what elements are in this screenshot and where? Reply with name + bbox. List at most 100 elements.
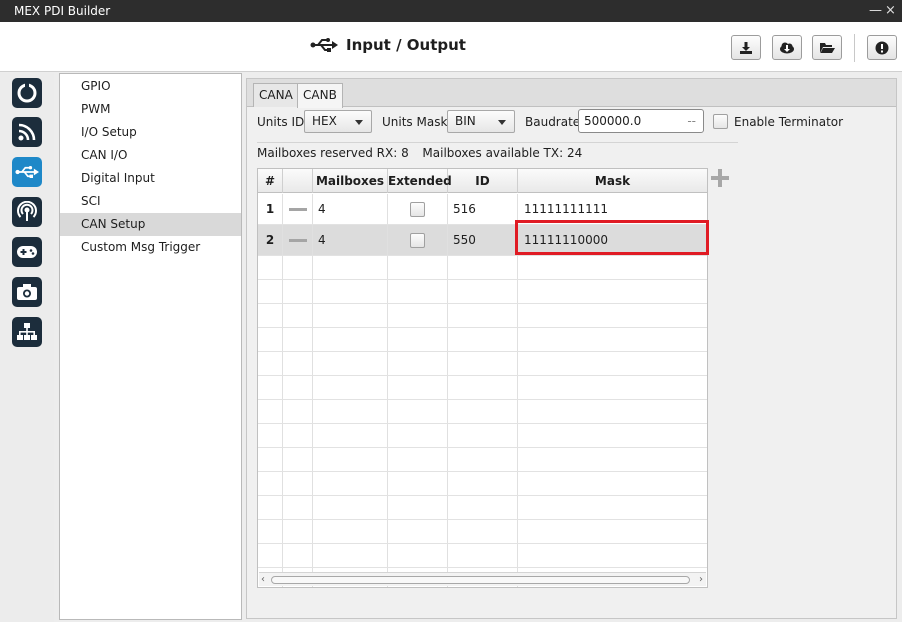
- rail-sitemap-button[interactable]: [12, 317, 42, 347]
- gamepad-icon: [17, 246, 37, 258]
- empty-cell: [313, 304, 388, 327]
- empty-table-row: [258, 448, 707, 472]
- minimize-button[interactable]: —: [869, 3, 882, 19]
- empty-cell: [283, 496, 313, 519]
- mailboxes-cell[interactable]: 4: [313, 194, 388, 224]
- units-id-label: Units ID: [257, 115, 305, 129]
- rail-power-button[interactable]: [12, 78, 42, 108]
- empty-cell: [388, 280, 448, 303]
- empty-cell: [258, 400, 283, 423]
- empty-cell: [448, 256, 518, 279]
- rss-icon: [18, 123, 36, 141]
- tab-canb[interactable]: CANB: [297, 83, 343, 108]
- scroll-left-icon[interactable]: ‹: [261, 573, 265, 586]
- units-mask-value: BIN: [455, 114, 476, 128]
- empty-cell: [448, 448, 518, 471]
- empty-cell: [283, 448, 313, 471]
- empty-cell: [313, 496, 388, 519]
- id-cell[interactable]: 516: [448, 194, 518, 224]
- rail-io-button[interactable]: [12, 157, 42, 187]
- empty-cell: [283, 424, 313, 447]
- empty-cell: [388, 328, 448, 351]
- menu-item-sci[interactable]: SCI: [60, 190, 241, 213]
- rail-rss-button[interactable]: [12, 117, 42, 147]
- chevron-down-icon: [498, 120, 506, 125]
- plus-icon: [711, 169, 729, 187]
- baudrate-suffix: --: [687, 114, 696, 128]
- empty-cell: [313, 520, 388, 543]
- column-header-mailboxes[interactable]: Mailboxes: [313, 169, 388, 193]
- empty-cell: [258, 448, 283, 471]
- empty-cell: [258, 256, 283, 279]
- empty-cell: [448, 472, 518, 495]
- download-icon: [740, 41, 752, 54]
- extended-checkbox[interactable]: [410, 232, 425, 248]
- empty-cell: [388, 472, 448, 495]
- drag-handle[interactable]: [283, 225, 313, 255]
- menu-item-digital-input[interactable]: Digital Input: [60, 167, 241, 190]
- rail-camera-button[interactable]: [12, 277, 42, 307]
- column-header-handle[interactable]: [283, 169, 313, 193]
- units-mask-label: Units Mask: [382, 115, 448, 129]
- scroll-right-icon[interactable]: ›: [699, 573, 703, 586]
- can-setup-panel: CANA CANB Units ID HEX Units Mask BIN Ba…: [246, 78, 897, 619]
- units-id-select[interactable]: HEX: [304, 110, 372, 133]
- baudrate-value: 500000.0: [584, 114, 642, 128]
- menu-item-pwm[interactable]: PWM: [60, 98, 241, 121]
- empty-cell: [388, 304, 448, 327]
- menu-item-can-io[interactable]: CAN I/O: [60, 144, 241, 167]
- empty-cell: [518, 424, 707, 447]
- empty-cell: [258, 280, 283, 303]
- column-header-mask[interactable]: Mask: [518, 169, 707, 193]
- open-folder-button[interactable]: [812, 35, 842, 60]
- empty-cell: [388, 496, 448, 519]
- sitemap-icon: [17, 323, 37, 340]
- extended-cell: [388, 225, 448, 255]
- mailbox-status: Mailboxes reserved RX: 8 Mailboxes avail…: [257, 146, 582, 160]
- empty-cell: [448, 328, 518, 351]
- empty-table-row: [258, 376, 707, 400]
- column-header-extended[interactable]: Extended: [388, 169, 452, 193]
- empty-cell: [448, 352, 518, 375]
- empty-cell: [518, 256, 707, 279]
- extended-cell: [388, 194, 448, 224]
- empty-cell: [518, 280, 707, 303]
- info-button[interactable]: [867, 35, 897, 60]
- horizontal-scrollbar[interactable]: ‹ ›: [259, 572, 706, 586]
- drag-handle-icon: [288, 207, 307, 211]
- empty-cell: [313, 472, 388, 495]
- empty-table-row: [258, 304, 707, 328]
- units-mask-select[interactable]: BIN: [447, 110, 515, 133]
- cloud-download-button[interactable]: [772, 35, 802, 60]
- empty-table-row: [258, 280, 707, 304]
- menu-item-io-setup[interactable]: I/O Setup: [60, 121, 241, 144]
- tab-cana[interactable]: CANA: [253, 83, 299, 107]
- empty-cell: [448, 496, 518, 519]
- menu-item-gpio[interactable]: GPIO: [60, 75, 241, 98]
- extended-checkbox[interactable]: [410, 201, 425, 217]
- close-button[interactable]: ×: [885, 3, 896, 19]
- baudrate-input[interactable]: 500000.0 --: [578, 109, 704, 133]
- scrollbar-thumb[interactable]: [271, 576, 690, 584]
- empty-table-row: [258, 400, 707, 424]
- enable-terminator-checkbox[interactable]: [713, 114, 728, 129]
- broadcast-icon: [17, 201, 37, 221]
- id-cell[interactable]: 550: [448, 225, 518, 255]
- empty-cell: [518, 496, 707, 519]
- column-header-id[interactable]: ID: [448, 169, 518, 193]
- rail-broadcast-button[interactable]: [12, 197, 42, 227]
- empty-cell: [313, 352, 388, 375]
- download-button[interactable]: [731, 35, 761, 60]
- empty-cell: [283, 376, 313, 399]
- column-header-index[interactable]: #: [258, 169, 283, 193]
- rail-gamepad-button[interactable]: [12, 237, 42, 267]
- menu-item-custom-msg-trigger[interactable]: Custom Msg Trigger: [60, 236, 241, 259]
- mailboxes-cell[interactable]: 4: [313, 225, 388, 255]
- drag-handle[interactable]: [283, 194, 313, 224]
- baudrate-label: Baudrate: [525, 115, 581, 129]
- empty-cell: [518, 376, 707, 399]
- empty-cell: [313, 544, 388, 567]
- add-row-button[interactable]: [709, 167, 731, 189]
- menu-item-can-setup[interactable]: CAN Setup: [60, 213, 241, 236]
- empty-cell: [283, 256, 313, 279]
